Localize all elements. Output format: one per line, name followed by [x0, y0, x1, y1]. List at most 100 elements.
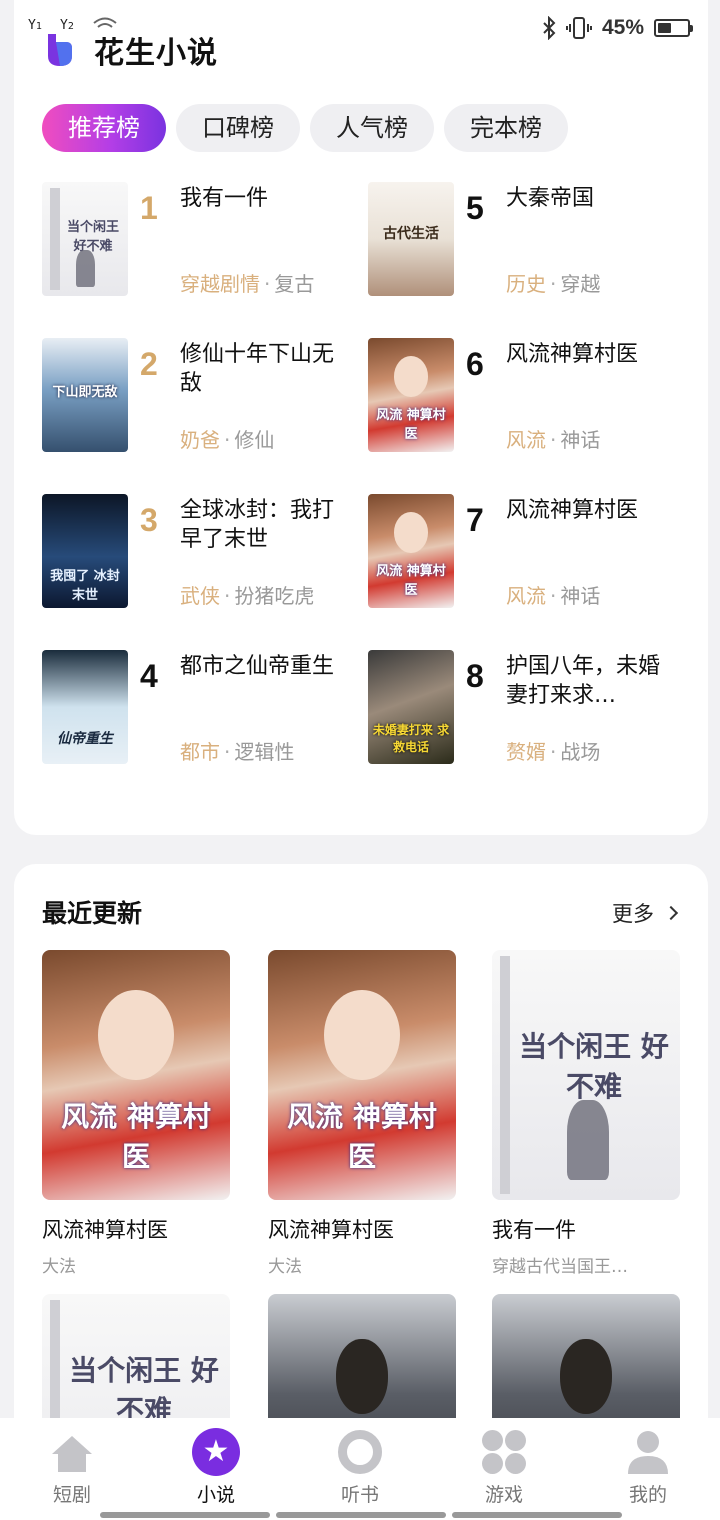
book-tags: 历史 · 穿越 — [506, 272, 601, 296]
book-tags: 风流 · 神话 — [506, 584, 601, 608]
cover-title: 当个闲王 好不难 — [519, 1030, 669, 1103]
book-tags: 风流 · 神话 — [506, 428, 601, 452]
book-title: 我有一件 — [492, 1218, 576, 1242]
book-cover: 风流 神算村医 — [42, 950, 230, 1200]
sim1-signal-icon: Y1 — [28, 18, 42, 33]
book-title: 大秦帝国 — [506, 186, 595, 211]
book-title: 修仙十年下山无敌 — [180, 342, 335, 396]
cover-title: 下山即无敌 — [52, 385, 118, 401]
tab-popular[interactable]: 人气榜 — [310, 104, 434, 152]
cover-title: 我囤了 冰封末世 — [50, 568, 120, 603]
book-cover: 未婚妻打来 求救电话 — [368, 650, 454, 764]
book-cover: 下山即无敌 — [42, 338, 128, 452]
book-cover: 古代生活 — [368, 182, 454, 296]
book-tags: 穿越剧情 · 复古 — [180, 272, 315, 296]
status-right: 45% — [542, 16, 693, 40]
nav-label: 短剧 — [52, 1484, 91, 1506]
book-title: 我有一件 — [180, 186, 269, 211]
wifi-icon — [93, 17, 117, 28]
ranking-card: 花生小说 推荐榜 口碑榜 人气榜 完本榜 当个闲王 好不难 1 我有一件 穿越剧… — [14, 0, 708, 835]
rank-number: 4 — [140, 658, 158, 694]
battery-icon — [654, 19, 693, 37]
ranking-item[interactable]: 风流 神算村医 7 风流神算村医 风流 · 神话 — [368, 494, 678, 610]
cover-title: 仙帝重生 — [57, 730, 113, 747]
rank-number: 3 — [140, 502, 158, 538]
ranking-item[interactable]: 当个闲王 好不难 1 我有一件 穿越剧情 · 复古 — [42, 182, 352, 298]
book-subtitle: 大法 — [268, 1257, 302, 1277]
nav-label: 我的 — [628, 1484, 667, 1506]
book-tags: 武侠 · 扮猪吃虎 — [180, 584, 315, 608]
rank-number: 7 — [466, 502, 484, 538]
book-tags: 都市 · 逻辑性 — [180, 740, 295, 764]
nav-label: 小说 — [196, 1484, 235, 1506]
book-title: 风流神算村医 — [42, 1218, 168, 1242]
cover-title: 当个闲王 好不难 — [69, 1354, 219, 1427]
nav-item-short-drama[interactable]: 短剧 — [22, 1428, 122, 1507]
book-cover: 当个闲王 好不难 — [492, 950, 680, 1200]
chevron-right-icon — [663, 905, 679, 921]
star-icon: ★ — [192, 1428, 240, 1476]
vibrate-icon — [565, 17, 592, 39]
book-cover: 风流 神算村医 — [268, 950, 456, 1200]
tab-recommend[interactable]: 推荐榜 — [42, 104, 166, 152]
ranking-item[interactable]: 下山即无敌 2 修仙十年下山无敌 奶爸 · 修仙 — [42, 338, 352, 454]
book-tags: 赘婿 · 战场 — [506, 740, 601, 764]
nav-indicator — [276, 1512, 446, 1518]
person-icon — [624, 1428, 672, 1476]
book-tags: 奶爸 · 修仙 — [180, 428, 275, 452]
clover-icon — [480, 1428, 528, 1476]
nav-item-games[interactable]: 游戏 — [454, 1428, 554, 1507]
nav-label: 游戏 — [484, 1484, 523, 1506]
cover-title: 风流 神算村医 — [287, 1100, 437, 1173]
book-cover: 仙帝重生 — [42, 650, 128, 764]
book-title: 护国八年，未婚妻打来求… — [506, 654, 661, 708]
book-title: 风流神算村医 — [506, 498, 639, 523]
ranking-item[interactable]: 仙帝重生 4 都市之仙帝重生 都市 · 逻辑性 — [42, 650, 352, 766]
rank-number: 8 — [466, 658, 484, 694]
book-card[interactable]: 当个闲王 好不难 我有一件 穿越古代当国王… — [492, 950, 680, 1277]
book-card[interactable]: 风流 神算村医 风流神算村医 大法 — [42, 950, 230, 1277]
ring-icon — [336, 1428, 384, 1476]
cover-title: 当个闲王 好不难 — [66, 220, 119, 255]
ranking-item[interactable]: 我囤了 冰封末世 3 全球冰封：我打早了末世 武侠 · 扮猪吃虎 — [42, 494, 352, 610]
rank-number: 2 — [140, 346, 158, 382]
bluetooth-icon — [543, 16, 556, 40]
book-cover: 当个闲王 好不难 — [42, 182, 128, 296]
ranking-item[interactable]: 古代生活 5 大秦帝国 历史 · 穿越 — [368, 182, 678, 298]
book-cover: 风流 神算村医 — [368, 494, 454, 608]
more-link[interactable]: 更多 — [612, 898, 679, 928]
nav-indicator — [452, 1512, 622, 1518]
sim2-signal-icon: Y2 — [60, 18, 74, 33]
book-cover: 我囤了 冰封末世 — [42, 494, 128, 608]
cover-title: 风流 神算村医 — [376, 564, 446, 599]
battery-percent: 45% — [601, 16, 644, 39]
book-title: 全球冰封：我打早了末世 — [180, 498, 335, 552]
book-title: 风流神算村医 — [268, 1218, 394, 1242]
bottom-nav: 短剧 ★ 小说 听书 游戏 我的 — [0, 1418, 720, 1520]
home-icon — [48, 1428, 96, 1476]
book-subtitle: 穿越古代当国王… — [492, 1257, 628, 1277]
tab-completed[interactable]: 完本榜 — [444, 104, 568, 152]
ranking-item[interactable]: 风流 神算村医 6 风流神算村医 风流 · 神话 — [368, 338, 678, 454]
ranking-item[interactable]: 未婚妻打来 求救电话 8 护国八年，未婚妻打来求… 赘婿 · 战场 — [368, 650, 678, 766]
nav-label: 听书 — [340, 1484, 379, 1506]
section-title: 最近更新 — [42, 899, 143, 928]
status-bar: Y1 Y2 45% — [0, 0, 720, 60]
tab-reputation[interactable]: 口碑榜 — [176, 104, 300, 152]
book-subtitle: 大法 — [42, 1257, 76, 1277]
rank-number: 1 — [140, 190, 158, 226]
nav-item-profile[interactable]: 我的 — [598, 1428, 698, 1507]
cover-title: 未婚妻打来 求救电话 — [372, 722, 450, 754]
book-title: 都市之仙帝重生 — [180, 654, 335, 679]
book-card[interactable]: 风流 神算村医 风流神算村医 大法 — [268, 950, 456, 1277]
book-cover: 风流 神算村医 — [368, 338, 454, 452]
book-title: 风流神算村医 — [506, 342, 639, 367]
cover-title: 风流 神算村医 — [376, 408, 446, 443]
cover-title: 风流 神算村医 — [61, 1100, 211, 1173]
rank-number: 5 — [466, 190, 484, 226]
rank-number: 6 — [466, 346, 484, 382]
nav-item-audiobook[interactable]: 听书 — [310, 1428, 410, 1507]
more-label: 更多 — [612, 902, 654, 926]
nav-indicator — [100, 1512, 270, 1518]
nav-item-novel[interactable]: ★ 小说 — [166, 1428, 266, 1507]
